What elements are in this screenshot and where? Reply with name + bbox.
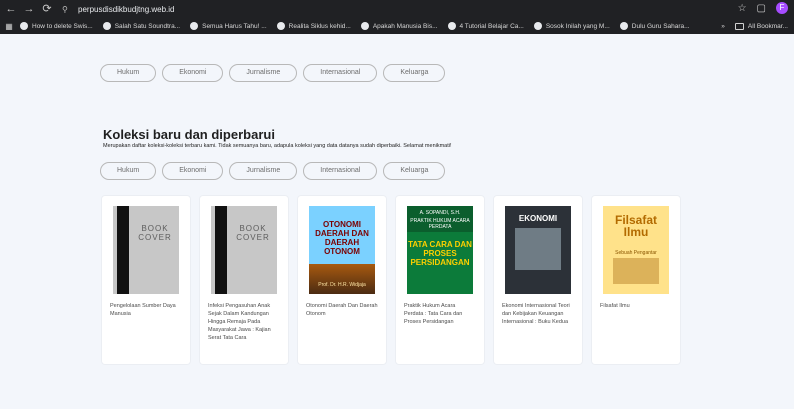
bookmark-star-icon[interactable]: ☆ bbox=[738, 3, 747, 14]
bookmark-favicon-icon bbox=[360, 22, 369, 30]
filter-pill[interactable]: Ekonomi bbox=[162, 64, 224, 82]
bookmark-favicon-icon bbox=[533, 22, 542, 30]
reload-icon[interactable]: ⟳ bbox=[40, 2, 54, 16]
book-title: Praktik Hukum Acara Perdata : Tata Cara … bbox=[404, 303, 463, 325]
browser-toolbar: ← → ⟳ ⚲ perpusdisdikbudjtng.web.id ☆ ▢ F bbox=[0, 0, 794, 18]
filter-pill[interactable]: Hukum bbox=[100, 162, 157, 180]
filter-pill[interactable]: Jurnalisme bbox=[229, 64, 298, 82]
cover-subtitle: Sebuah Pengantar bbox=[615, 250, 657, 256]
bookmark-favicon-icon bbox=[190, 22, 199, 30]
cover-illustration bbox=[613, 258, 659, 284]
url-text: perpusdisdikbudjtng.web.id bbox=[78, 4, 175, 14]
book-title: Infeksi Pengasuhan Anak Sejak Dalam Kand… bbox=[208, 303, 271, 341]
site-info-icon[interactable]: ⚲ bbox=[62, 5, 74, 14]
address-bar[interactable]: ⚲ perpusdisdikbudjtng.web.id bbox=[62, 2, 175, 16]
bookmark-item[interactable]: Apakah Manusia Bis... bbox=[360, 22, 438, 30]
bookmark-item[interactable]: 4 Tutorial Belajar Ca... bbox=[447, 22, 524, 30]
toolbar-right-actions: ☆ ▢ F bbox=[738, 2, 788, 14]
book-spine bbox=[117, 206, 129, 294]
forward-icon[interactable]: → bbox=[22, 2, 36, 16]
browser-top-bar: ← → ⟳ ⚲ perpusdisdikbudjtng.web.id ☆ ▢ F… bbox=[0, 0, 794, 34]
bookmark-favicon-icon bbox=[619, 22, 628, 30]
bookmark-item[interactable]: Salah Satu Soundtra... bbox=[102, 22, 180, 30]
book-card[interactable]: A. SOPANDI, S.H. PRAKTIK HUKUM ACARA PER… bbox=[396, 196, 484, 364]
book-spine bbox=[215, 206, 227, 294]
book-card[interactable]: BOOK COVER Pengelolaan Sumber Daya Manus… bbox=[102, 196, 190, 364]
book-cover-image: OTONOMI DAERAH DAN DAERAH OTONOM Prof. D… bbox=[309, 206, 375, 294]
top-filter-row: Hukum Ekonomi Jurnalisme Internasional K… bbox=[100, 64, 446, 82]
cover-title: EKONOMI bbox=[518, 214, 558, 223]
bookmarks-bar: ▦ How to delete Swis... Salah Satu Sound… bbox=[0, 18, 794, 34]
book-card[interactable]: OTONOMI DAERAH DAN DAERAH OTONOM Prof. D… bbox=[298, 196, 386, 364]
bookmark-favicon-icon bbox=[20, 22, 28, 30]
page-content: Hukum Ekonomi Jurnalisme Internasional K… bbox=[0, 34, 794, 409]
cover-series: PRAKTIK HUKUM ACARA PERDATA bbox=[410, 218, 470, 230]
filter-pill[interactable]: Keluarga bbox=[383, 64, 446, 82]
bookmark-item[interactable]: Sosok Inilah yang M... bbox=[533, 22, 610, 30]
extensions-icon[interactable]: ▢ bbox=[757, 3, 766, 14]
book-title: Filsafat Ilmu bbox=[600, 303, 630, 309]
book-cover-image: EKONOMI bbox=[505, 206, 571, 294]
bookmark-item[interactable]: Dulu Guru Sahara... bbox=[619, 22, 690, 30]
book-cover-image: A. SOPANDI, S.H. PRAKTIK HUKUM ACARA PER… bbox=[407, 206, 473, 294]
bookmarks-overflow-button[interactable]: » bbox=[721, 23, 725, 30]
book-title: Ekonomi Internasional Teori dan Kebijaka… bbox=[502, 303, 570, 325]
back-icon[interactable]: ← bbox=[4, 2, 18, 16]
cover-title: OTONOMI DAERAH DAN DAERAH OTONOM bbox=[315, 220, 369, 256]
bookmark-item[interactable]: How to delete Swis... bbox=[20, 22, 93, 30]
book-title: Pengelolaan Sumber Daya Manusia bbox=[110, 303, 176, 317]
book-card[interactable]: BOOK COVER Infeksi Pengasuhan Anak Sejak… bbox=[200, 196, 288, 364]
bookmark-item[interactable]: Realita Siklus kehid... bbox=[276, 22, 351, 30]
filter-pill[interactable]: Hukum bbox=[100, 64, 157, 82]
book-card[interactable]: Filsafat Ilmu Sebuah Pengantar Filsafat … bbox=[592, 196, 680, 364]
filter-pill[interactable]: Internasional bbox=[303, 162, 378, 180]
filter-pill[interactable]: Ekonomi bbox=[162, 162, 224, 180]
cover-illustration bbox=[309, 264, 375, 294]
cover-author: Prof. Dr. H.R. Widjaja bbox=[318, 282, 366, 288]
cover-placeholder-text: BOOK COVER bbox=[236, 224, 270, 242]
section-filter-row: Hukum Ekonomi Jurnalisme Internasional K… bbox=[100, 162, 446, 180]
book-cards: BOOK COVER Pengelolaan Sumber Daya Manus… bbox=[102, 196, 702, 366]
cover-title: Filsafat Ilmu bbox=[614, 213, 657, 239]
filter-pill[interactable]: Internasional bbox=[303, 64, 378, 82]
profile-avatar[interactable]: F bbox=[776, 2, 788, 14]
section-title: Koleksi baru dan diperbarui bbox=[103, 127, 275, 142]
bookmark-favicon-icon bbox=[102, 22, 111, 30]
folder-icon bbox=[734, 22, 744, 30]
book-cover-image: Filsafat Ilmu Sebuah Pengantar bbox=[603, 206, 669, 294]
section-description: Merupakan daftar koleksi-koleksi terbaru… bbox=[103, 143, 452, 149]
filter-pill[interactable]: Keluarga bbox=[383, 162, 446, 180]
bookmark-favicon-icon bbox=[276, 22, 285, 30]
filter-pill[interactable]: Jurnalisme bbox=[229, 162, 298, 180]
book-cover-image: BOOK COVER bbox=[113, 206, 179, 294]
bookmark-favicon-icon bbox=[447, 22, 456, 30]
all-bookmarks-button[interactable]: All Bookmar... bbox=[734, 22, 788, 30]
bookmark-item[interactable]: Semua Harus Tahu! ... bbox=[190, 22, 267, 30]
cover-placeholder-text: BOOK COVER bbox=[138, 224, 172, 242]
cover-photo bbox=[515, 228, 561, 270]
cover-title: TATA CARA DAN PROSES PERSIDANGAN bbox=[408, 240, 472, 267]
cover-author: A. SOPANDI, S.H. bbox=[419, 210, 461, 216]
book-cover-image: BOOK COVER bbox=[211, 206, 277, 294]
book-card[interactable]: EKONOMI Ekonomi Internasional Teori dan … bbox=[494, 196, 582, 364]
book-title: Otonomi Daerah Dan Daerah Otonom bbox=[306, 303, 378, 317]
apps-grid-icon[interactable]: ▦ bbox=[4, 22, 14, 31]
